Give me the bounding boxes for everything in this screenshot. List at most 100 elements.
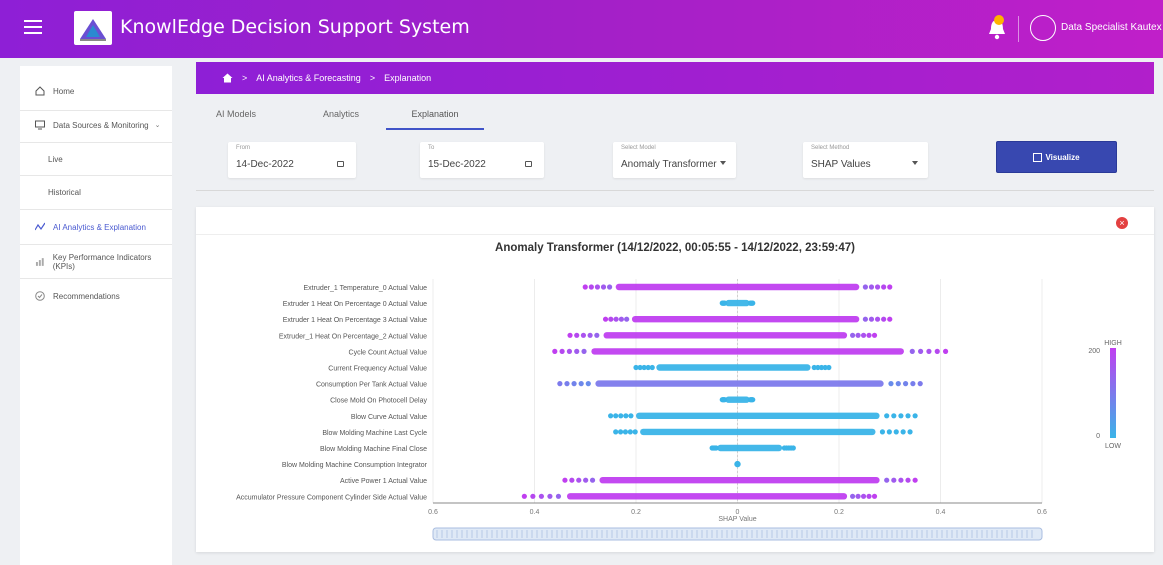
shap-point [868, 316, 875, 322]
shap-point [898, 477, 904, 483]
method-label: Select Method [811, 145, 850, 151]
shap-point [934, 348, 940, 354]
shap-band [725, 299, 750, 307]
home-icon[interactable] [222, 73, 233, 83]
shap-point [555, 493, 562, 499]
shap-point [871, 332, 878, 338]
shap-point [594, 284, 601, 290]
sidebar-divider [20, 142, 172, 143]
shap-band [595, 380, 884, 387]
shap-point [552, 348, 558, 354]
shap-point [855, 332, 861, 338]
from-value: 14-Dec-2022 [236, 159, 294, 170]
feature-label: Cycle Count Actual Value [349, 349, 428, 356]
x-tick-label: 0.2 [631, 509, 641, 516]
sidebar-item-historical[interactable]: Historical [20, 181, 172, 203]
shap-point [895, 381, 901, 387]
shap-point [557, 381, 563, 387]
tab-bar: AI Models Analytics Explanation [196, 100, 1154, 130]
visualize-icon [1033, 152, 1043, 162]
shap-point [613, 316, 619, 322]
shap-point [888, 381, 894, 387]
sidebar-item-ai-analytics[interactable]: AI Analytics & Explanation [20, 216, 172, 238]
x-tick-label: 0.4 [530, 509, 540, 516]
feature-label: Extruder 1 Heat On Percentage 0 Actual V… [283, 301, 427, 308]
to-value: 15-Dec-2022 [428, 159, 486, 170]
shap-band [725, 396, 750, 403]
model-select[interactable]: Select Model Anomaly Transformer [613, 142, 736, 178]
shap-point [912, 413, 918, 419]
shap-point [649, 364, 655, 371]
feature-label: Blow Molding Machine Final Close [320, 446, 427, 453]
shap-band [591, 348, 904, 355]
shap-point [580, 332, 587, 338]
from-date-field[interactable]: From 14-Dec-2022 [228, 142, 356, 178]
shap-point [905, 477, 911, 483]
shap-point [571, 381, 577, 387]
method-select[interactable]: Select Method SHAP Values [803, 142, 928, 178]
shap-point [871, 493, 878, 499]
shap-point [926, 348, 932, 354]
feature-label: Active Power 1 Actual Value [340, 478, 427, 485]
shap-point [734, 460, 741, 468]
avatar[interactable] [1030, 15, 1056, 41]
calendar-icon[interactable] [337, 161, 344, 167]
shap-point [850, 493, 856, 499]
model-label: Select Model [621, 145, 656, 151]
shap-point [887, 316, 893, 322]
menu-icon[interactable] [24, 20, 42, 34]
shap-point [578, 381, 584, 387]
shap-band [599, 477, 880, 484]
shap-point [887, 284, 893, 290]
user-name[interactable]: Data Specialist Kautex [1061, 22, 1162, 33]
monitor-icon [35, 120, 45, 130]
shap-point [623, 413, 629, 419]
shap-point [747, 300, 753, 306]
app-logo [74, 11, 112, 45]
sidebar-item-recommendations[interactable]: Recommendations [20, 285, 172, 307]
shap-band [603, 332, 848, 339]
shap-point [574, 348, 580, 354]
shap-point [866, 493, 872, 499]
calendar-icon[interactable] [525, 161, 532, 167]
shap-point [917, 381, 923, 387]
tab-explanation[interactable]: Explanation [386, 100, 484, 130]
shap-point [850, 332, 856, 338]
shap-point [618, 316, 624, 322]
breadcrumb-separator: > [369, 73, 376, 83]
sidebar-divider [20, 209, 172, 210]
breadcrumb-ai-analytics[interactable]: AI Analytics & Forecasting [256, 73, 361, 83]
tab-analytics[interactable]: Analytics [306, 100, 376, 130]
feature-label: Extruder_1 Temperature_0 Actual Value [304, 285, 428, 292]
shap-point [874, 316, 881, 322]
bar-chart-icon [35, 258, 44, 266]
shap-point [538, 493, 545, 499]
sidebar-item-label: Key Performance Indicators (KPIs) [52, 253, 152, 271]
sidebar-item-live[interactable]: Live [20, 148, 172, 170]
feature-label: Close Mold On Photocell Delay [330, 398, 427, 405]
to-date-field[interactable]: To 15-Dec-2022 [420, 142, 544, 178]
colorbar-min-label: 0 [1096, 433, 1100, 440]
filter-bar: From 14-Dec-2022 To 15-Dec-2022 Select M… [196, 132, 1154, 192]
shap-point [622, 429, 629, 435]
shap-point [608, 413, 614, 419]
shap-point [562, 477, 568, 483]
visualize-button[interactable]: Visualize [996, 141, 1117, 173]
feature-label: Current Frequency Actual Value [328, 366, 427, 373]
sidebar-item-kpis[interactable]: Key Performance Indicators (KPIs) [20, 251, 172, 273]
shap-point [530, 493, 536, 499]
shap-point [607, 284, 613, 290]
shap-point [900, 429, 906, 435]
tab-ai-models[interactable]: AI Models [206, 100, 266, 130]
shap-point [617, 429, 624, 435]
toolbar-divider [1018, 16, 1019, 42]
shap-point [868, 284, 875, 290]
sidebar-item-home[interactable]: Home [20, 80, 172, 102]
shap-band [631, 316, 860, 323]
x-tick-label: 0.6 [1037, 509, 1047, 516]
app-title: KnowlEdge Decision Support System [120, 16, 470, 38]
shap-point [566, 348, 573, 354]
shap-point [587, 332, 593, 338]
sidebar-item-data-sources[interactable]: Data Sources & Monitoring ⌄ [20, 114, 172, 136]
shap-point [907, 429, 913, 435]
